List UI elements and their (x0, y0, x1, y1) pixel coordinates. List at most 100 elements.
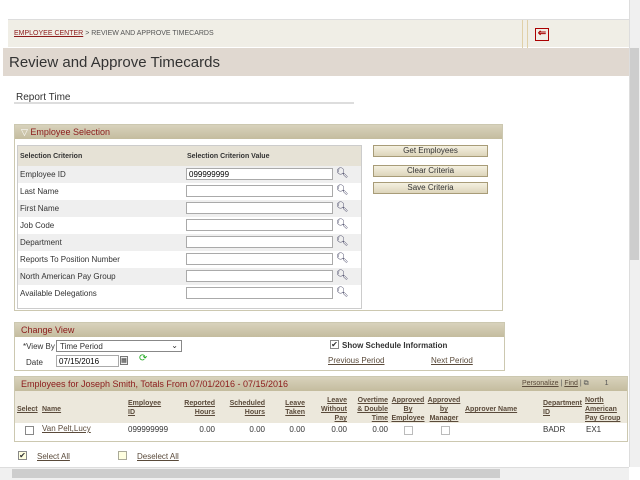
col-department-id[interactable]: Department ID (543, 399, 582, 417)
change-view-panel: Change View *View By Time Period ⌄ Date ▦… (14, 322, 505, 371)
panel-title: Change View (21, 325, 75, 335)
reported-hours: 0.00 (199, 425, 215, 434)
deselect-all-icon[interactable] (118, 451, 127, 460)
criterion-input[interactable] (186, 287, 333, 299)
page-number: 1 (604, 380, 609, 387)
col-overtime[interactable]: Overtime & Double Time (351, 396, 388, 423)
refresh-icon[interactable]: ⟳ (139, 353, 147, 364)
criterion-label: Employee ID (20, 170, 66, 179)
criterion-label: Department (20, 238, 62, 247)
row-select-checkbox[interactable] (25, 426, 34, 435)
column-header: Selection Criterion Value (187, 153, 270, 160)
col-approved-by-employee[interactable]: Approved By Employee (389, 396, 427, 423)
col-select[interactable]: Select (17, 405, 38, 414)
criterion-label: North American Pay Group (20, 272, 116, 281)
pay-group: EX1 (586, 425, 602, 434)
breadcrumb-bar: EMPLOYEE CENTER > REVIEW AND APPROVE TIM… (8, 19, 629, 48)
col-employee-id[interactable]: Employee ID (128, 399, 161, 417)
select-all-link[interactable]: Select All (37, 452, 70, 461)
get-employees-button[interactable]: Get Employees (373, 145, 488, 157)
criterion-row: Reports To Position Number 🔍︎ (18, 251, 361, 268)
approved-by-manager-checkbox (441, 426, 450, 435)
next-period-link[interactable]: Next Period (431, 356, 473, 365)
breadcrumb-current: REVIEW AND APPROVE TIMECARDS (91, 30, 214, 37)
employee-name-link[interactable]: Van Pelt,Lucy (42, 424, 91, 433)
col-scheduled-hours[interactable]: Scheduled Hours (220, 399, 265, 417)
table-header: Selection Criterion Selection Criterion V… (18, 146, 361, 166)
change-view-header: Change View (15, 323, 504, 337)
search-icon[interactable]: 🔍︎ (336, 270, 349, 281)
col-leave-taken[interactable]: Leave Taken (275, 399, 305, 417)
department-id: BADR (543, 425, 566, 434)
selection-criteria-table: Selection Criterion Selection Criterion V… (17, 145, 362, 309)
col-leave-without-pay[interactable]: Leave Without Pay (313, 396, 347, 423)
criterion-input[interactable] (186, 168, 333, 180)
breadcrumb: EMPLOYEE CENTER > REVIEW AND APPROVE TIM… (14, 30, 214, 37)
personalize-link[interactable]: Personalize (522, 380, 559, 387)
date-input[interactable] (56, 355, 119, 367)
horizontal-scroll-thumb[interactable] (12, 469, 500, 478)
criterion-row: First Name 🔍︎ (18, 200, 361, 217)
divider (522, 20, 528, 48)
criterion-input[interactable] (186, 202, 333, 214)
criterion-input[interactable] (186, 185, 333, 197)
search-icon[interactable]: 🔍︎ (336, 219, 349, 230)
criterion-row: Employee ID 🔍︎ (18, 166, 361, 183)
date-label: Date (26, 358, 43, 367)
criterion-row: Available Delegations 🔍︎ (18, 285, 361, 302)
col-reported-hours[interactable]: Reported Hours (170, 399, 215, 417)
search-icon[interactable]: 🔍︎ (336, 236, 349, 247)
page-title: Review and Approve Timecards (9, 54, 220, 71)
show-schedule-label: Show Schedule Information (342, 341, 448, 350)
calendar-icon[interactable]: ▦ (120, 356, 128, 365)
column-header: Selection Criterion (20, 153, 83, 160)
criterion-input[interactable] (186, 253, 333, 265)
grid-title: Employees for Joseph Smith, Totals From … (21, 379, 288, 389)
approved-by-employee-checkbox (404, 426, 413, 435)
search-icon[interactable]: 🔍︎ (336, 287, 349, 298)
employees-grid: Employees for Joseph Smith, Totals From … (14, 376, 628, 442)
criterion-input[interactable] (186, 270, 333, 282)
col-approver-name[interactable]: Approver Name (465, 405, 517, 414)
col-name[interactable]: Name (42, 405, 61, 414)
previous-period-link[interactable]: Previous Period (328, 356, 384, 365)
search-icon[interactable]: 🔍︎ (336, 168, 349, 179)
view-by-select[interactable]: Time Period ⌄ (56, 340, 182, 352)
col-pay-group[interactable]: North American Pay Group (585, 396, 620, 423)
divider (14, 102, 354, 104)
search-icon[interactable]: 🔍︎ (336, 202, 349, 213)
find-link[interactable]: Find (564, 380, 578, 387)
criterion-input[interactable] (186, 219, 333, 231)
clear-criteria-button[interactable]: Clear Criteria (373, 165, 488, 177)
save-criteria-button[interactable]: Save Criteria (373, 182, 488, 194)
employee-selection-header[interactable]: ▽ Employee Selection (15, 125, 502, 139)
separator: | (579, 380, 582, 387)
leave-taken: 0.00 (289, 425, 305, 434)
title-bar: Review and Approve Timecards (3, 48, 629, 76)
deselect-all-link[interactable]: Deselect All (137, 452, 179, 461)
criterion-row: Department 🔍︎ (18, 234, 361, 251)
scheduled-hours: 0.00 (249, 425, 265, 434)
criterion-row: Job Code 🔍︎ (18, 217, 361, 234)
criterion-input[interactable] (186, 236, 333, 248)
breadcrumb-home-link[interactable]: EMPLOYEE CENTER (14, 30, 83, 37)
vertical-scroll-thumb[interactable] (630, 48, 639, 260)
leave-without-pay: 0.00 (331, 425, 347, 434)
col-approved-by-manager[interactable]: Approved by Manager (426, 396, 462, 423)
search-icon[interactable]: 🔍︎ (336, 185, 349, 196)
criterion-label: Available Delegations (20, 289, 97, 298)
breadcrumb-separator: > (85, 30, 90, 37)
search-icon[interactable]: 🔍︎ (336, 253, 349, 264)
select-all-icon[interactable]: ✔ (18, 451, 27, 460)
separator: | (560, 380, 563, 387)
employee-id: 099999999 (128, 425, 169, 434)
view-by-label: *View By (23, 342, 55, 351)
criterion-row: North American Pay Group 🔍︎ (18, 268, 361, 285)
show-schedule-checkbox[interactable]: ✔ (330, 340, 339, 349)
exit-icon[interactable]: ⇐ (535, 28, 549, 41)
criterion-label: Reports To Position Number (20, 255, 120, 264)
collapse-icon[interactable]: ▽ (21, 127, 30, 137)
new-window-icon[interactable]: ⧉ (584, 380, 589, 387)
panel-title: Employee Selection (30, 127, 110, 137)
criterion-label: First Name (20, 204, 60, 213)
